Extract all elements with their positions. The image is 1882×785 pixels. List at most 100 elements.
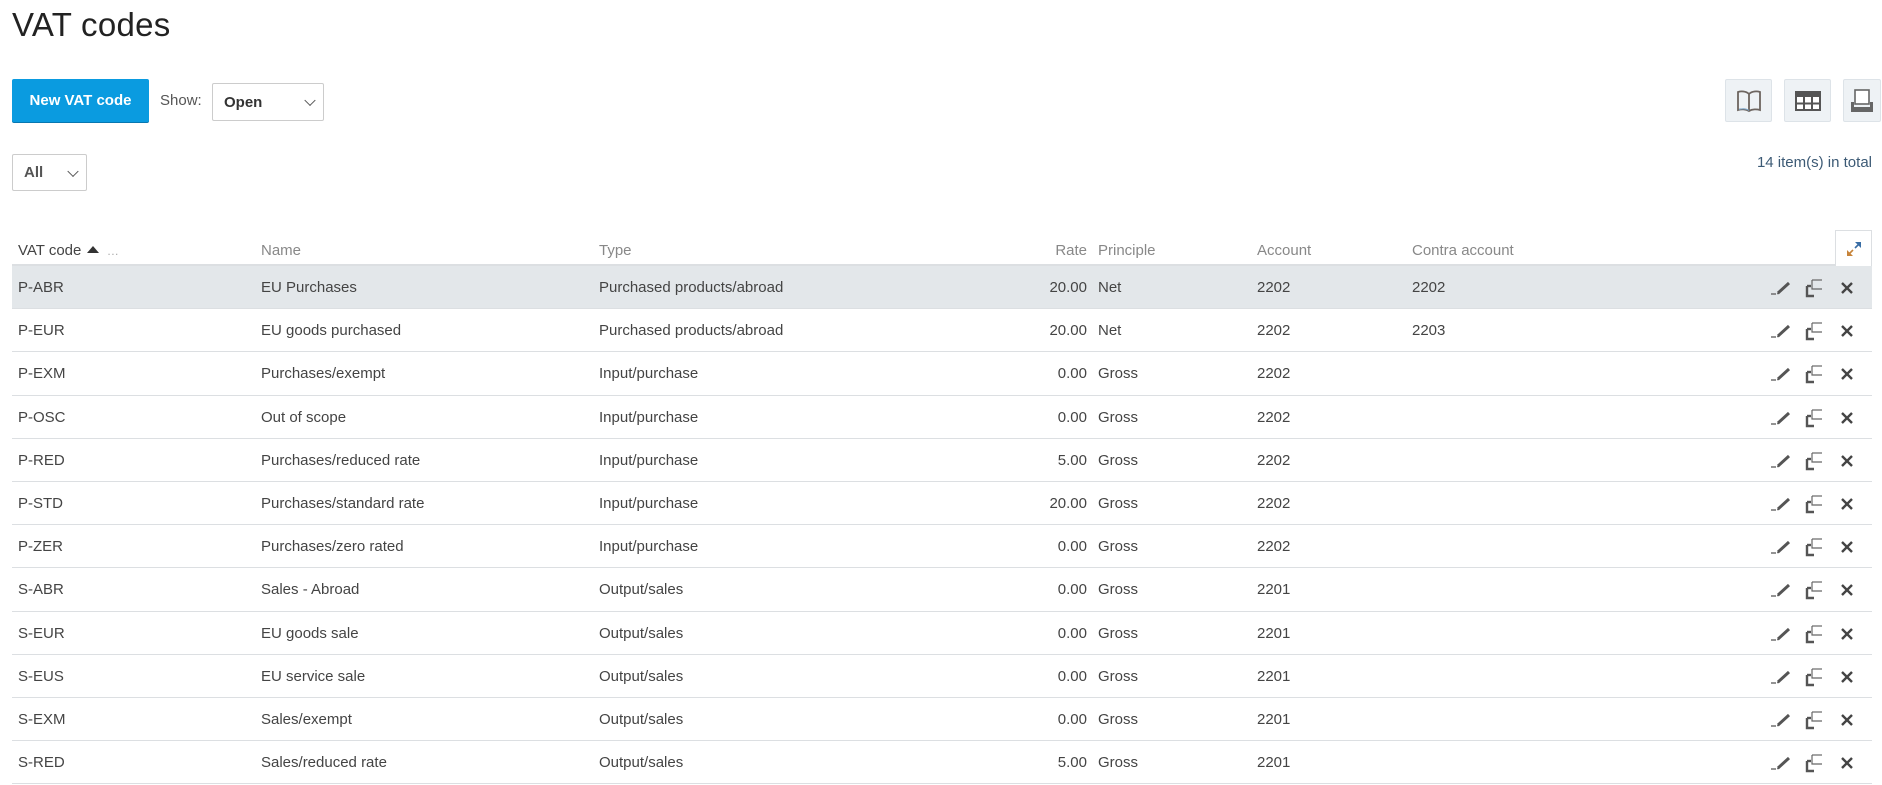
cell-vat-code: P-EXM — [18, 365, 66, 383]
edit-button[interactable] — [1770, 363, 1792, 385]
delete-icon — [1841, 454, 1853, 467]
cell-account: 2201 — [1257, 754, 1291, 772]
edit-button[interactable] — [1770, 450, 1792, 472]
delete-button[interactable] — [1836, 579, 1858, 601]
copy-button[interactable] — [1804, 536, 1826, 558]
edit-button[interactable] — [1770, 407, 1792, 429]
cell-principle: Gross — [1098, 710, 1139, 728]
column-header-account[interactable]: Account — [1257, 242, 1311, 259]
cell-name: Sales - Abroad — [261, 581, 360, 599]
table-row[interactable]: P-ZER Purchases/zero rated Input/purchas… — [12, 525, 1872, 569]
edit-button[interactable] — [1770, 579, 1792, 601]
table-row[interactable]: S-EUR EU goods sale Output/sales 0.00 Gr… — [12, 612, 1872, 655]
edit-button[interactable] — [1770, 752, 1792, 774]
copy-button[interactable] — [1804, 407, 1826, 429]
cell-name: Out of scope — [261, 408, 347, 426]
expand-icon — [1846, 241, 1861, 256]
delete-button[interactable] — [1836, 450, 1858, 472]
table-row[interactable]: P-RED Purchases/reduced rate Input/purch… — [12, 439, 1872, 482]
delete-button[interactable] — [1836, 623, 1858, 645]
copy-button[interactable] — [1804, 579, 1826, 601]
cell-vat-code: P-EUR — [18, 322, 65, 340]
column-header-rate[interactable]: Rate — [972, 242, 1087, 259]
edit-button[interactable] — [1770, 536, 1792, 558]
cell-rate: 0.00 — [1057, 667, 1087, 685]
cell-principle: Gross — [1098, 538, 1139, 556]
chevron-down-icon — [67, 165, 79, 177]
column-header-label: VAT code — [18, 242, 82, 259]
cell-account: 2202 — [1257, 322, 1291, 340]
cell-type: Input/purchase — [599, 365, 699, 383]
edit-button[interactable] — [1770, 320, 1792, 342]
cell-principle: Gross — [1098, 624, 1139, 642]
delete-button[interactable] — [1836, 363, 1858, 385]
copy-button[interactable] — [1804, 450, 1826, 472]
cell-vat-code: S-RED — [18, 754, 65, 772]
delete-button[interactable] — [1836, 666, 1858, 688]
column-header-contra-account[interactable]: Contra account — [1412, 242, 1514, 259]
copy-icon — [1805, 365, 1822, 384]
column-header-principle[interactable]: Principle — [1098, 242, 1156, 259]
copy-icon — [1805, 279, 1822, 298]
table-row[interactable]: S-EXM Sales/exempt Output/sales 0.00 Gro… — [12, 698, 1872, 742]
book-icon — [1736, 90, 1761, 112]
delete-icon — [1841, 498, 1853, 510]
cell-account: 2202 — [1257, 494, 1291, 512]
table-row[interactable]: S-RED Sales/reduced rate Output/sales 5.… — [12, 741, 1872, 785]
edit-button[interactable] — [1770, 666, 1792, 688]
print-button[interactable] — [1843, 79, 1881, 122]
table-icon — [1794, 90, 1821, 111]
copy-button[interactable] — [1804, 752, 1826, 774]
edit-button[interactable] — [1770, 709, 1792, 731]
cell-principle: Net — [1098, 322, 1122, 340]
cell-name: Sales/exempt — [261, 710, 352, 728]
delete-button[interactable] — [1836, 709, 1858, 731]
delete-button[interactable] — [1836, 277, 1858, 299]
vat-codes-table: VAT code... Name Type Rate Principle Acc… — [12, 230, 1872, 785]
delete-icon — [1841, 757, 1853, 769]
delete-button[interactable] — [1836, 536, 1858, 558]
table-row[interactable]: P-STD Purchases/standard rate Input/purc… — [12, 482, 1872, 526]
cell-vat-code: P-STD — [18, 494, 63, 512]
copy-button[interactable] — [1804, 666, 1826, 688]
edit-icon — [1771, 670, 1791, 684]
copy-button[interactable] — [1804, 493, 1826, 515]
column-header-type[interactable]: Type — [599, 242, 632, 259]
copy-button[interactable] — [1804, 320, 1826, 342]
table-row[interactable]: P-ABR EU Purchases Purchased products/ab… — [12, 266, 1872, 310]
delete-button[interactable] — [1836, 320, 1858, 342]
table-row[interactable]: S-ABR Sales - Abroad Output/sales 0.00 G… — [12, 568, 1872, 612]
expand-table-button[interactable] — [1835, 230, 1872, 266]
column-header-vat-code[interactable]: VAT code... — [18, 242, 119, 259]
delete-icon — [1841, 325, 1853, 338]
cell-type: Input/purchase — [599, 494, 699, 512]
copy-button[interactable] — [1804, 363, 1826, 385]
edit-button[interactable] — [1770, 623, 1792, 645]
cell-contra-account: 2202 — [1412, 279, 1446, 296]
edit-icon — [1771, 497, 1791, 511]
copy-button[interactable] — [1804, 623, 1826, 645]
table-row[interactable]: S-EUS EU service sale Output/sales 0.00 … — [12, 655, 1872, 698]
copy-icon — [1805, 668, 1822, 686]
category-filter-select[interactable]: All — [12, 154, 87, 191]
table-row[interactable]: P-OSC Out of scope Input/purchase 0.00 G… — [12, 396, 1872, 439]
copy-button[interactable] — [1804, 277, 1826, 299]
edit-button[interactable] — [1770, 277, 1792, 299]
help-book-button[interactable] — [1725, 79, 1772, 122]
show-filter-select[interactable]: Open — [212, 83, 324, 121]
copy-icon — [1805, 452, 1822, 470]
column-settings-button[interactable] — [1784, 79, 1831, 122]
cell-type: Purchased products/abroad — [599, 322, 784, 340]
column-header-name[interactable]: Name — [261, 242, 301, 259]
edit-button[interactable] — [1770, 493, 1792, 515]
copy-button[interactable] — [1804, 709, 1826, 731]
delete-button[interactable] — [1836, 752, 1858, 774]
copy-icon — [1805, 624, 1822, 643]
delete-button[interactable] — [1836, 407, 1858, 429]
edit-icon — [1771, 411, 1791, 425]
table-row[interactable]: P-EXM Purchases/exempt Input/purchase 0.… — [12, 352, 1872, 396]
table-row[interactable]: P-EUR EU goods purchased Purchased produ… — [12, 309, 1872, 353]
new-vat-code-button[interactable]: New VAT code — [12, 79, 149, 122]
delete-button[interactable] — [1836, 493, 1858, 515]
column-options-icon[interactable]: ... — [107, 244, 119, 258]
